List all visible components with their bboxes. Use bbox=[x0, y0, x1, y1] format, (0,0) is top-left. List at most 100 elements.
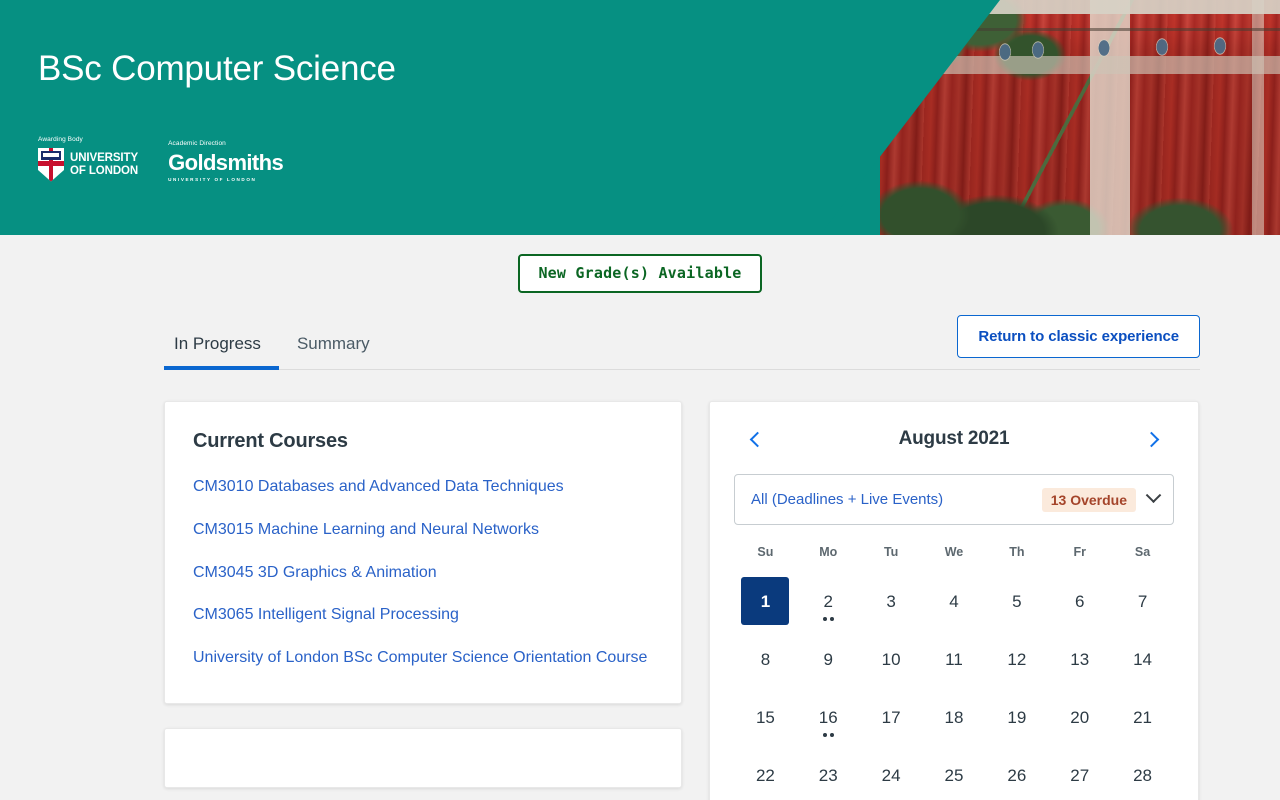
calendar-day-number: 15 bbox=[755, 707, 775, 727]
calendar-day-26[interactable]: 26 bbox=[985, 747, 1048, 800]
calendar-dow-mo: Mo bbox=[819, 545, 838, 559]
calendar-day-number: 3 bbox=[886, 591, 896, 611]
notification-area: New Grade(s) Available bbox=[0, 235, 1280, 293]
calendar-day-10[interactable]: 10 bbox=[860, 631, 923, 689]
calendar-day-8[interactable]: 8 bbox=[734, 631, 797, 689]
right-column: August 2021 All (Deadlines + Live Events… bbox=[709, 401, 1199, 800]
new-grades-available-button[interactable]: New Grade(s) Available bbox=[518, 254, 762, 293]
calendar-day-9[interactable]: 9 bbox=[797, 631, 860, 689]
shield-icon bbox=[38, 147, 64, 182]
calendar-prev-month-button[interactable] bbox=[742, 424, 772, 454]
calendar-dow-su: Su bbox=[757, 545, 774, 559]
calendar-day-number: 6 bbox=[1074, 591, 1085, 611]
awarding-body-label: Awarding Body bbox=[38, 135, 83, 143]
calendar-day-number: 8 bbox=[760, 649, 771, 669]
calendar-day-20[interactable]: 20 bbox=[1048, 689, 1111, 747]
calendar-day-number: 13 bbox=[1070, 649, 1090, 669]
program-banner: BSc Computer Science Awarding Body UNIVE… bbox=[0, 0, 1280, 235]
event-dot-icon bbox=[829, 617, 834, 621]
course-link-cm3015[interactable]: CM3015 Machine Learning and Neural Netwo… bbox=[193, 518, 653, 543]
left-column: Current Courses CM3010 Databases and Adv… bbox=[164, 401, 682, 788]
calendar-day-14[interactable]: 14 bbox=[1111, 631, 1174, 689]
shield-crest-icon bbox=[41, 150, 61, 160]
calendar-month-label: August 2021 bbox=[898, 428, 1010, 449]
calendar-dow-sa: Sa bbox=[1134, 545, 1151, 559]
course-link-cm3065[interactable]: CM3065 Intelligent Signal Processing bbox=[193, 603, 653, 628]
calendar-day-7[interactable]: 7 bbox=[1111, 573, 1174, 631]
course-link-cm3045[interactable]: CM3045 3D Graphics & Animation bbox=[193, 561, 653, 586]
calendar-filter-right: 13 Overdue bbox=[1041, 487, 1162, 512]
calendar-day-number: 12 bbox=[1007, 649, 1027, 669]
calendar-day-24[interactable]: 24 bbox=[860, 747, 923, 800]
calendar-day-number: 11 bbox=[945, 649, 963, 669]
calendar-card: August 2021 All (Deadlines + Live Events… bbox=[709, 401, 1199, 800]
uol-line-2: OF LONDON bbox=[70, 164, 139, 177]
secondary-card-placeholder bbox=[164, 727, 682, 788]
calendar-filter-label: All (Deadlines + Live Events) bbox=[751, 491, 944, 508]
calendar-dow-we: We bbox=[944, 545, 964, 559]
calendar-day-23[interactable]: 23 bbox=[797, 747, 860, 800]
calendar-day-12[interactable]: 12 bbox=[985, 631, 1048, 689]
chevron-down-icon bbox=[1145, 487, 1162, 504]
calendar-day-15[interactable]: 15 bbox=[734, 689, 797, 747]
calendar-day-number: 23 bbox=[818, 765, 838, 785]
calendar-dow-fr: Fr bbox=[1073, 545, 1086, 559]
accreditation-logos: Awarding Body UNIVERSITY OF LONDON Acade… bbox=[38, 136, 396, 182]
tabs-bar: In Progress Summary Return to classic ex… bbox=[164, 315, 1200, 370]
event-dot-icon bbox=[822, 733, 827, 737]
calendar-day-2[interactable]: 2 bbox=[797, 573, 860, 631]
overdue-badge: 13 Overdue bbox=[1041, 487, 1136, 512]
calendar-day-number: 26 bbox=[1007, 765, 1027, 785]
calendar-day-1[interactable]: 1 bbox=[734, 573, 797, 631]
course-link-cm3010[interactable]: CM3010 Databases and Advanced Data Techn… bbox=[193, 475, 653, 500]
calendar-day-number: 5 bbox=[1012, 591, 1022, 611]
calendar-day-25[interactable]: 25 bbox=[923, 747, 986, 800]
calendar-day-number: 25 bbox=[944, 765, 964, 785]
calendar-day-number: 21 bbox=[1133, 707, 1153, 727]
calendar-day-number: 19 bbox=[1007, 707, 1027, 727]
calendar-day-number: 27 bbox=[1070, 765, 1090, 785]
chevron-right-icon bbox=[1143, 431, 1159, 447]
goldsmiths-logo-block: Academic Direction Goldsmiths UNIVERSITY… bbox=[168, 139, 284, 182]
calendar-day-18[interactable]: 18 bbox=[923, 689, 986, 747]
event-dot-icon bbox=[822, 617, 827, 621]
calendar-day-17[interactable]: 17 bbox=[860, 689, 923, 747]
calendar-day-number: 22 bbox=[755, 765, 775, 785]
calendar-day-21[interactable]: 21 bbox=[1111, 689, 1174, 747]
calendar-day-event-dots bbox=[822, 733, 834, 737]
calendar-day-4[interactable]: 4 bbox=[923, 573, 986, 631]
return-to-classic-experience-button[interactable]: Return to classic experience bbox=[957, 315, 1200, 358]
calendar-day-22[interactable]: 22 bbox=[734, 747, 797, 800]
goldsmiths-logo: Goldsmiths UNIVERSITY OF LONDON bbox=[168, 149, 284, 182]
calendar-day-13[interactable]: 13 bbox=[1048, 631, 1111, 689]
calendar-day-27[interactable]: 27 bbox=[1048, 747, 1111, 800]
calendar-day-number: 9 bbox=[823, 649, 833, 669]
university-of-london-wordmark: UNIVERSITY OF LONDON bbox=[70, 152, 138, 178]
calendar-day-number: 10 bbox=[881, 649, 901, 669]
calendar-day-5[interactable]: 5 bbox=[985, 573, 1048, 631]
calendar-next-month-button[interactable] bbox=[1136, 424, 1166, 454]
calendar-filter-dropdown[interactable]: All (Deadlines + Live Events) 13 Overdue bbox=[734, 474, 1174, 525]
banner-content: BSc Computer Science Awarding Body UNIVE… bbox=[38, 0, 396, 182]
goldsmiths-subtitle: UNIVERSITY OF LONDON bbox=[168, 176, 257, 182]
calendar-day-number: 17 bbox=[881, 707, 901, 727]
page-title: BSc Computer Science bbox=[38, 49, 396, 88]
calendar-day-number: 20 bbox=[1070, 707, 1090, 727]
calendar-day-19[interactable]: 19 bbox=[985, 689, 1048, 747]
calendar-day-16[interactable]: 16 bbox=[797, 689, 860, 747]
calendar-day-6[interactable]: 6 bbox=[1048, 573, 1111, 631]
calendar-day-number: 24 bbox=[881, 765, 901, 785]
course-link-orientation[interactable]: University of London BSc Computer Scienc… bbox=[193, 646, 653, 671]
current-courses-card: Current Courses CM3010 Databases and Adv… bbox=[164, 401, 682, 704]
academic-direction-label: Academic Direction bbox=[168, 139, 226, 147]
tab-summary[interactable]: Summary bbox=[279, 335, 388, 370]
calendar-day-number: 1 bbox=[741, 577, 790, 625]
tab-list: In Progress Summary bbox=[164, 335, 388, 370]
calendar-day-3[interactable]: 3 bbox=[860, 573, 923, 631]
calendar-dow-tu: Tu bbox=[883, 545, 899, 559]
calendar-day-number: 4 bbox=[949, 591, 959, 611]
tab-in-progress[interactable]: In Progress bbox=[164, 335, 279, 370]
calendar-day-11[interactable]: 11 bbox=[923, 631, 986, 689]
calendar-day-28[interactable]: 28 bbox=[1111, 747, 1174, 800]
goldsmiths-wordmark: Goldsmiths bbox=[168, 149, 284, 175]
